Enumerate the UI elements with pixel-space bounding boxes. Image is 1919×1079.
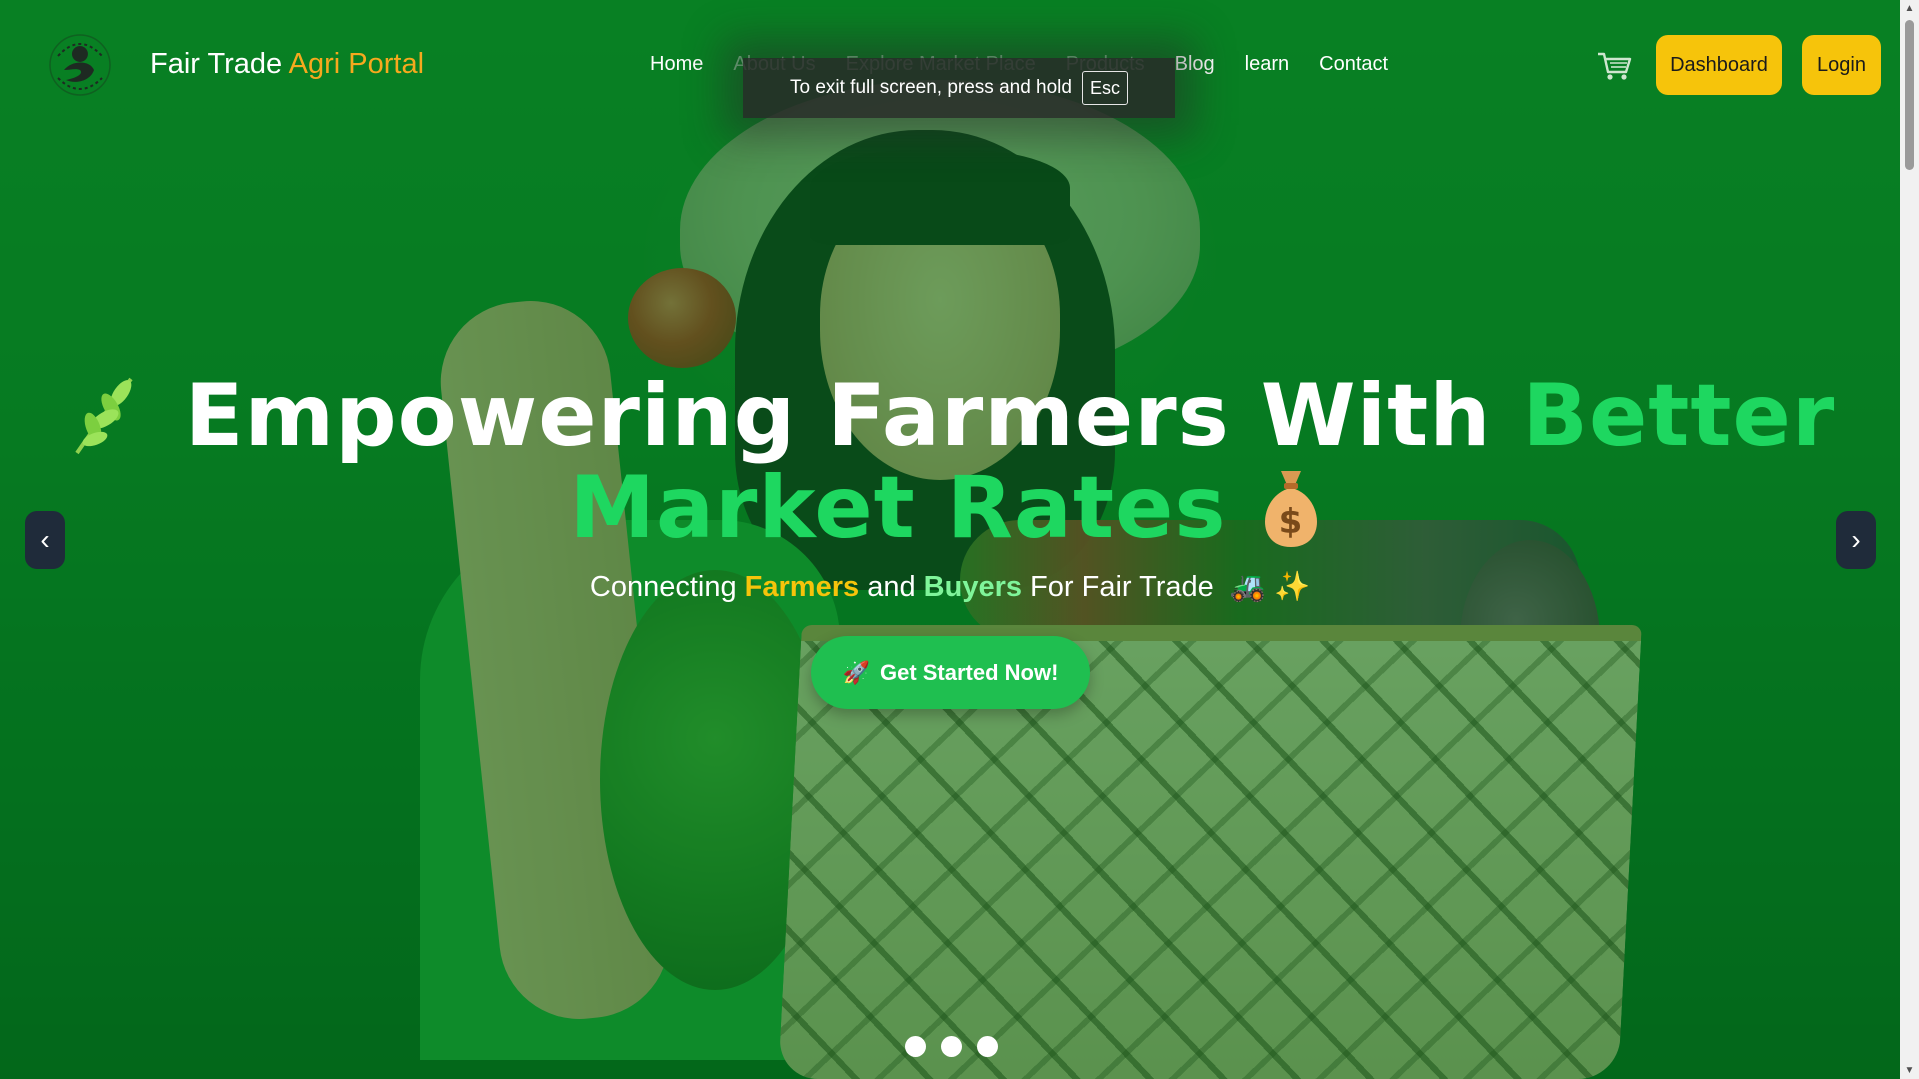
page-scrollbar[interactable]: ▲ ▼ (1900, 0, 1919, 1079)
carousel-prev-button[interactable]: ‹ (25, 511, 65, 569)
shopping-cart-icon[interactable] (1596, 50, 1632, 82)
fair-trade-logo-icon[interactable] (44, 26, 116, 104)
herb-sprig-icon (65, 371, 145, 457)
get-started-button[interactable]: 🚀 Get Started Now! (811, 636, 1090, 709)
carousel-dot-3[interactable] (977, 1036, 998, 1057)
fullscreen-exit-toast: To exit full screen, press and hold Esc (743, 58, 1175, 118)
svg-text:$: $ (1278, 502, 1303, 542)
headline-green-text-2: Market Rates (569, 458, 1227, 558)
rocket-icon: 🚀 (842, 659, 870, 685)
nav-home[interactable]: Home (650, 53, 703, 76)
carousel-indicators (905, 1036, 998, 1057)
subline-farmers: Farmers (744, 571, 860, 603)
hero-headline: Empowering Farmers With Better Market Ra… (0, 370, 1900, 554)
get-started-label: Get Started Now! (879, 659, 1059, 685)
carousel-dot-1[interactable] (905, 1036, 926, 1057)
brand-title[interactable]: Fair Trade Agri Portal (150, 48, 424, 81)
nav-contact[interactable]: Contact (1319, 53, 1388, 76)
headline-green-text-1: Better (1522, 366, 1836, 466)
nav-blog[interactable]: Blog (1175, 53, 1215, 76)
fullscreen-esc-key: Esc (1081, 71, 1128, 105)
subline-and: and (867, 571, 916, 603)
fullscreen-toast-text: To exit full screen, press and hold (789, 77, 1072, 98)
dashboard-button[interactable]: Dashboard (1656, 35, 1782, 95)
subline-text-2: For Fair Trade (1030, 571, 1214, 603)
subline-buyers: Buyers (923, 571, 1022, 603)
scroll-thumb[interactable] (1905, 20, 1914, 170)
login-button[interactable]: Login (1802, 35, 1881, 95)
subline-text-1: Connecting (589, 571, 737, 603)
headline-white-text: Empowering Farmers With (184, 366, 1492, 466)
scroll-down-arrow-icon[interactable]: ▼ (1900, 1062, 1919, 1079)
brand-main: Fair Trade (150, 48, 283, 80)
brand-accent: Agri Portal (288, 48, 425, 80)
carousel-next-button[interactable]: › (1836, 511, 1876, 569)
hero-banner: Fair Trade Agri Portal Home About Us Exp… (0, 0, 1900, 1079)
tractor-sparkles-icon: 🚜 ✨ (1229, 571, 1311, 603)
money-bag-icon: $ (1251, 465, 1331, 551)
carousel-dot-2[interactable] (941, 1036, 962, 1057)
scroll-up-arrow-icon[interactable]: ▲ (1900, 0, 1919, 17)
nav-learn[interactable]: learn (1245, 53, 1289, 76)
hero-subline: Connecting Farmers and Buyers For Fair T… (0, 570, 1900, 604)
